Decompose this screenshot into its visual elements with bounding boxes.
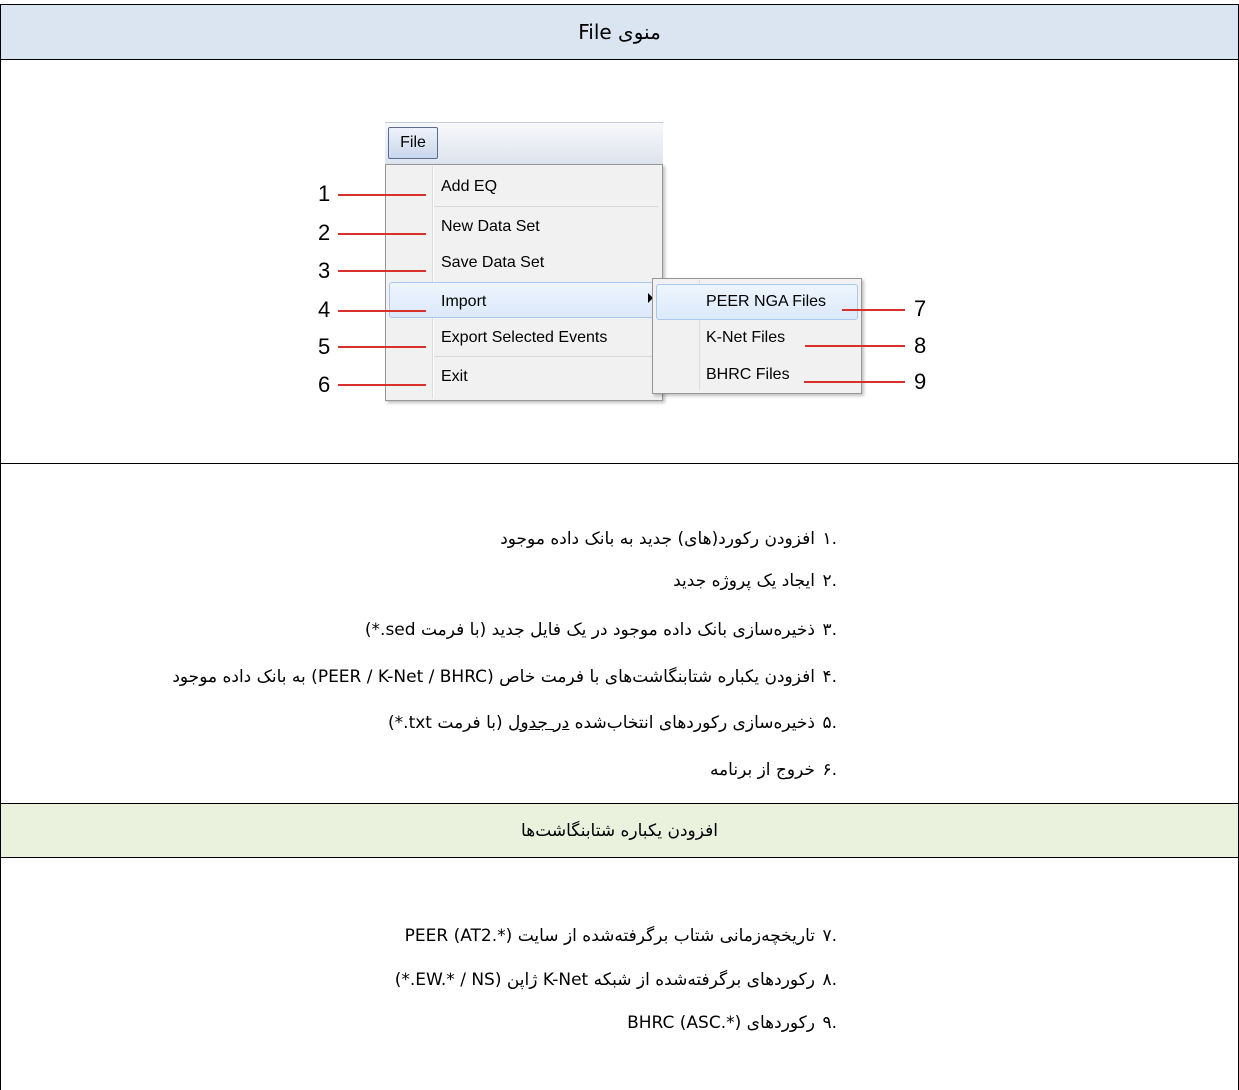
callout-number: 5 — [318, 334, 331, 359]
list-item: .۹ رکوردهای BHRC (ASC.*) — [251, 1013, 851, 1039]
list-item-text: ذخیره‌سازی بانک داده موجود در یک فایل جد… — [364, 620, 815, 640]
callout-leader — [338, 310, 426, 312]
callout-leader — [338, 384, 426, 386]
list-item-text: ایجاد یک پروژه جدید — [673, 571, 815, 591]
menu-item-save-data-set[interactable]: Save Data Set — [441, 254, 544, 272]
table-border-left — [0, 4, 1, 1090]
callout-number: 2 — [318, 220, 331, 245]
list-item-underlined: در جدول — [508, 713, 570, 733]
menu-item-export-selected-events[interactable]: Export Selected Events — [441, 329, 607, 347]
callout-number: 6 — [318, 372, 331, 397]
import-highlight — [389, 282, 659, 318]
list-item-text: رکوردهای BHRC (ASC.*) — [627, 1013, 815, 1033]
list-item: .۵ ذخیره‌سازی رکوردهای انتخاب‌شده در جدو… — [251, 713, 851, 739]
list-item-number: .۶ — [822, 760, 837, 780]
list-item-text: تاریخچه‌زمانی شتاب برگرفته‌شده از سایت P… — [404, 926, 815, 946]
list-item-number: .۱ — [822, 529, 837, 549]
list-item-text: افزودن یکباره شتابنگاشت‌های با فرمت خاص … — [172, 667, 815, 687]
callout-leader — [338, 270, 426, 272]
callout-number: 7 — [914, 296, 927, 321]
file-menu-button[interactable]: File — [388, 127, 438, 159]
section-title: افزودن یکباره شتابنگاشت‌ها — [521, 820, 718, 841]
callout-number: 9 — [914, 369, 927, 394]
list-item-number: .۷ — [822, 926, 837, 946]
list-item-text: ذخیره‌سازی رکوردهای انتخاب‌شده در جدول (… — [388, 713, 815, 733]
callout-leader — [338, 233, 426, 235]
callout-number: 8 — [914, 333, 927, 358]
menu-item-exit[interactable]: Exit — [441, 368, 468, 386]
list-item: .۸ رکوردهای برگرفته‌شده از شبکه K-Net ژا… — [251, 970, 851, 996]
header-band: منوی File — [1, 5, 1238, 59]
list-item: .۲ ایجاد یک پروژه جدید — [251, 571, 851, 597]
callout-leader — [804, 381, 905, 383]
list-item: .۱ افزودن رکورد(های) جدید به بانک داده م… — [251, 529, 851, 555]
list-item: .۳ ذخیره‌سازی بانک داده موجود در یک فایل… — [251, 620, 851, 646]
list-item: .۴ افزودن یکباره شتابنگاشت‌های با فرمت خ… — [172, 667, 851, 693]
menu-item-new-data-set[interactable]: New Data Set — [441, 218, 540, 236]
submenu-item-bhrc[interactable]: BHRC Files — [706, 366, 790, 384]
callout-number: 3 — [318, 258, 331, 283]
list-item-number: .۲ — [822, 571, 837, 591]
menu-separator — [434, 206, 658, 207]
list-item-text-part: ذخیره‌سازی رکوردهای انتخاب‌شده — [569, 713, 815, 733]
submenu-item-knet[interactable]: K-Net Files — [706, 329, 785, 347]
menu-separator — [434, 356, 658, 357]
list-item-number: .۹ — [822, 1013, 837, 1033]
callout-leader — [338, 346, 426, 348]
callout-leader — [805, 345, 905, 347]
callout-number: 4 — [318, 297, 331, 322]
list-item-text: افزودن رکورد(های) جدید به بانک داده موجو… — [500, 529, 815, 549]
table-row-divider — [0, 857, 1239, 858]
page-title: منوی File — [578, 20, 661, 44]
table-row-divider — [0, 59, 1239, 60]
callout-leader — [842, 309, 905, 311]
callout-number: 1 — [318, 181, 331, 206]
list-item-number: .۳ — [822, 620, 837, 640]
submenu-item-peer-nga[interactable]: PEER NGA Files — [706, 293, 826, 311]
list-item-number: .۸ — [822, 970, 837, 990]
menu-item-import[interactable]: Import — [441, 293, 486, 311]
list-item: .۷ تاریخچه‌زمانی شتاب برگرفته‌شده از سای… — [251, 926, 851, 952]
list-item-number: .۵ — [822, 713, 837, 733]
list-item-text: خروج از برنامه — [709, 760, 815, 780]
menu-item-add-eq[interactable]: Add EQ — [441, 178, 497, 196]
list-item-text-part: (با فرمت txt.*) — [388, 713, 509, 733]
list-item-number: .۴ — [822, 667, 837, 687]
list-item-text: رکوردهای برگرفته‌شده از شبکه K-Net ژاپن … — [394, 970, 815, 990]
list-item: .۶ خروج از برنامه — [251, 760, 851, 786]
section-header: افزودن یکباره شتابنگاشت‌ها — [1, 804, 1238, 857]
callout-leader — [338, 194, 426, 196]
table-row-divider — [0, 463, 1239, 464]
